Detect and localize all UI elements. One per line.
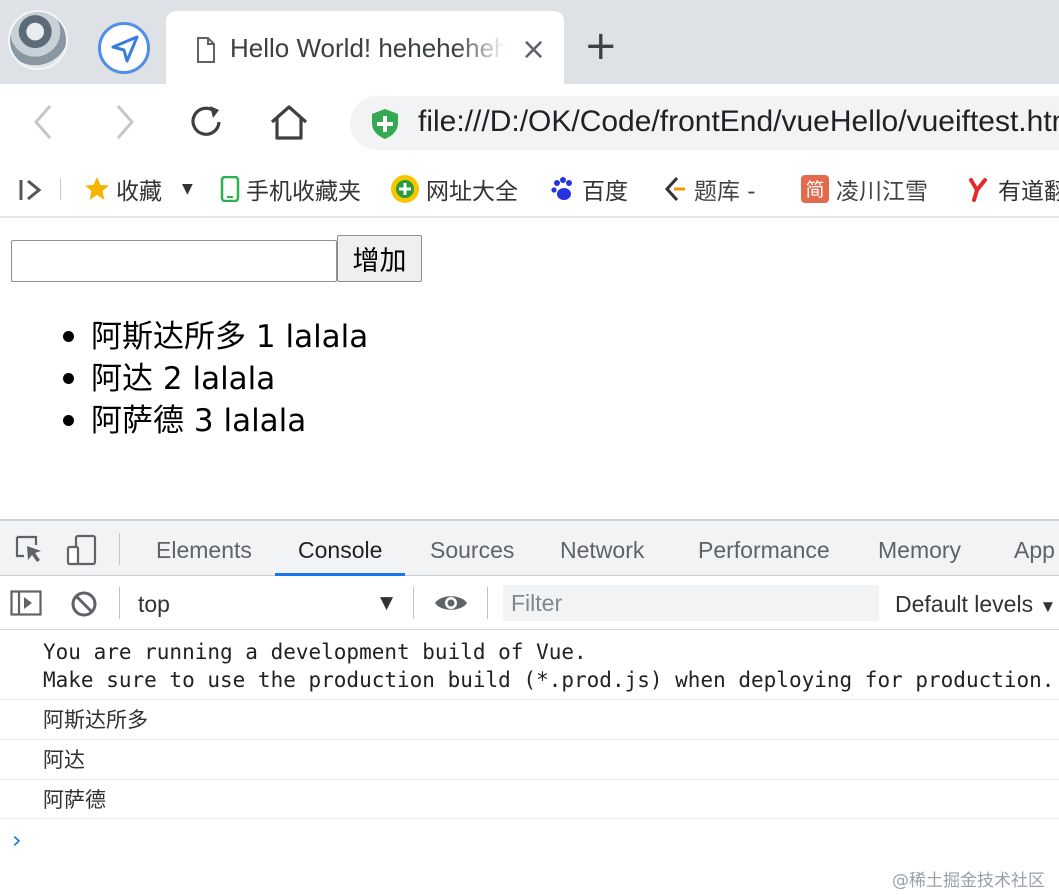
log-levels-dropdown[interactable]: Default levels ▼ (895, 591, 1056, 618)
secure-shield-icon (372, 109, 398, 139)
bookmark-label: 百度 (582, 179, 628, 205)
tab-title: Hello World! hehehehehe (230, 33, 506, 63)
tab-memory[interactable]: Memory (878, 521, 961, 576)
console-log-text: 阿斯达所多 (43, 708, 148, 732)
bookmarks-divider (60, 178, 61, 200)
console-message: 阿达 (0, 740, 1059, 780)
bookmark-youdao[interactable]: 有道翻 (966, 174, 1059, 205)
browser-toolbar: file:///D:/OK/Code/frontEnd/vueHello/vue… (0, 84, 1059, 160)
bookmark-lingchuan[interactable]: 简 凌川江雪 (800, 174, 928, 205)
console-message: You are running a development build of V… (0, 630, 1059, 700)
toolbar-divider (119, 533, 120, 565)
item-input[interactable] (11, 240, 337, 282)
toolbar-divider (487, 587, 488, 619)
bookmark-label: 手机收藏夹 (246, 179, 361, 205)
context-selector[interactable]: top (138, 591, 170, 618)
tab-network[interactable]: Network (560, 521, 644, 576)
forward-icon[interactable] (110, 102, 140, 142)
item-suffix: lalala (285, 319, 369, 355)
bookmark-favorites[interactable]: 收藏 ▼ (84, 174, 193, 205)
plus-globe-icon (391, 175, 419, 203)
bullet (63, 331, 74, 342)
bookmark-directory[interactable]: 网址大全 (390, 174, 518, 205)
add-button[interactable]: 增加 (337, 235, 422, 282)
item-id: 2 (162, 361, 183, 397)
toolbar-divider (119, 587, 120, 619)
phone-icon (220, 176, 240, 202)
devtools-tab-bar: Elements Console Sources Network Perform… (0, 521, 1059, 576)
bookmark-label: 凌川江雪 (836, 179, 928, 205)
console-prompt-icon[interactable]: › (12, 826, 22, 854)
url-text: file:///D:/OK/Code/frontEnd/vueHello/vue… (418, 105, 1059, 138)
tab-elements[interactable]: Elements (156, 521, 252, 576)
address-bar[interactable]: file:///D:/OK/Code/frontEnd/vueHello/vue… (350, 96, 1059, 150)
reload-icon[interactable] (186, 102, 226, 142)
bullet (63, 373, 74, 384)
watermark: @稀土掘金技术社区 (892, 871, 1045, 891)
filter-box (503, 585, 879, 621)
page-viewport: 增加 阿斯达所多 1 lalala 阿达 2 lalala 阿萨德 3 lala… (0, 218, 1059, 519)
chevron-down-icon[interactable]: ▼ (182, 181, 193, 197)
bookmark-tiku[interactable]: 题库 - (662, 174, 756, 205)
new-tab-button[interactable]: + (584, 26, 618, 66)
tab-application[interactable]: App (1014, 521, 1055, 576)
sidebar-toggle-icon[interactable] (18, 178, 44, 202)
bookmarks-bar: 收藏 ▼ 手机收藏夹 网址大全 百度 题库 - 简 凌川江雪 有道翻 (0, 160, 1059, 218)
bookmark-mobile[interactable]: 手机收藏夹 (220, 174, 361, 205)
home-icon[interactable] (268, 102, 310, 142)
bullet (63, 415, 74, 426)
tab-performance[interactable]: Performance (698, 521, 830, 576)
youdao-icon (969, 178, 987, 202)
baidu-paw-icon (551, 177, 572, 200)
console-log-text: 阿达 (43, 748, 85, 772)
item-list: 阿斯达所多 1 lalala 阿达 2 lalala 阿萨德 3 lalala (60, 316, 368, 442)
tab-close-icon[interactable]: × (521, 35, 546, 65)
bookmark-label: 收藏 (116, 179, 162, 205)
item-name: 阿萨德 (91, 403, 184, 439)
vue-dev-warning-line: Make sure to use the production build (*… (43, 668, 1055, 692)
bookmark-baidu[interactable]: 百度 (550, 174, 628, 205)
list-item: 阿萨德 3 lalala (60, 400, 368, 442)
profile-avatar[interactable] (8, 10, 68, 70)
item-id: 3 (193, 403, 214, 439)
vue-dev-warning-line: You are running a development build of V… (43, 640, 587, 664)
item-name: 阿达 (91, 361, 153, 397)
device-toolbar-icon[interactable] (66, 534, 98, 566)
devtools-panel: Elements Console Sources Network Perform… (0, 519, 1059, 895)
bookmark-label: 题库 - (694, 179, 756, 205)
star-icon (85, 177, 109, 200)
jian-icon: 简 (801, 175, 829, 203)
navigation-extension-icon[interactable] (98, 22, 150, 74)
log-levels-label: Default levels (895, 591, 1034, 617)
item-suffix: lalala (192, 361, 276, 397)
show-sidebar-icon[interactable] (10, 590, 42, 616)
tab-console[interactable]: Console (275, 521, 406, 576)
console-output: You are running a development build of V… (0, 630, 1059, 895)
toolbar-divider (413, 587, 414, 619)
item-suffix: lalala (223, 403, 307, 439)
console-toolbar: top ▼ Default levels ▼ (0, 576, 1059, 630)
list-item: 阿斯达所多 1 lalala (60, 316, 368, 358)
clear-console-icon[interactable] (70, 590, 98, 618)
back-icon[interactable] (28, 102, 58, 142)
console-message: 阿斯达所多 (0, 700, 1059, 740)
live-expression-eye-icon[interactable] (434, 592, 468, 614)
tab-strip: Hello World! hehehehehe × + (0, 0, 1059, 84)
tiku-icon (664, 176, 685, 202)
chevron-down-icon: ▼ (1039, 597, 1057, 616)
item-name: 阿斯达所多 (91, 319, 246, 355)
bookmark-label: 网址大全 (426, 179, 518, 205)
browser-tab[interactable]: Hello World! hehehehehe × (166, 11, 564, 84)
svg-text:简: 简 (805, 179, 824, 201)
tab-sources[interactable]: Sources (430, 521, 514, 576)
bookmark-label: 有道翻 (998, 179, 1059, 205)
inspect-element-icon[interactable] (14, 534, 44, 564)
item-id: 1 (255, 319, 276, 355)
console-log-text: 阿萨德 (43, 788, 106, 812)
filter-input[interactable] (503, 585, 879, 621)
page-icon (197, 37, 215, 63)
list-item: 阿达 2 lalala (60, 358, 368, 400)
console-message: 阿萨德 (0, 780, 1059, 819)
chevron-down-icon[interactable]: ▼ (380, 593, 393, 613)
